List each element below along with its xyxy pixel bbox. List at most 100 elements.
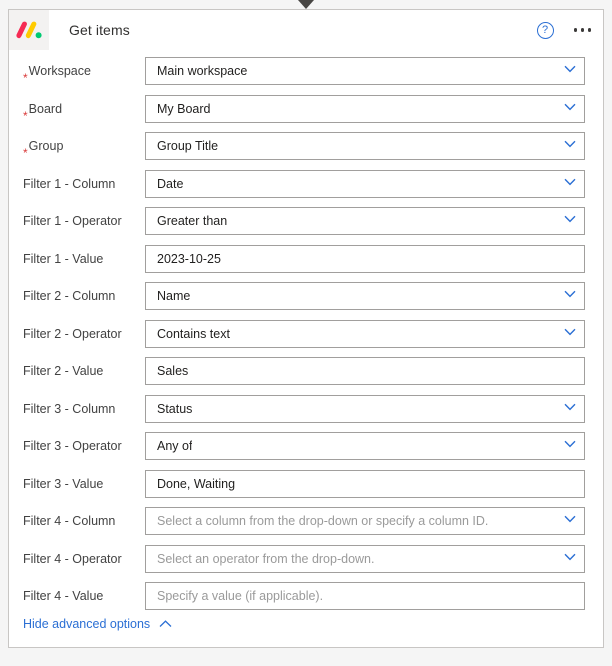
field-label-text: Filter 4 - Value bbox=[23, 589, 104, 603]
field-placeholder: Select an operator from the drop-down. bbox=[157, 551, 375, 566]
required-asterisk: * bbox=[23, 71, 28, 85]
field-label-text: Filter 1 - Operator bbox=[23, 214, 122, 228]
field-value: Any of bbox=[157, 439, 193, 453]
field-label-text: Filter 2 - Column bbox=[23, 289, 116, 303]
field-label: Filter 1 - Operator bbox=[9, 207, 145, 235]
form-row: Filter 2 - Column Name bbox=[9, 282, 603, 320]
dropdown-field[interactable]: Any of bbox=[145, 432, 585, 460]
field-value: Greater than bbox=[157, 214, 228, 228]
field-label-text: Filter 4 - Operator bbox=[23, 551, 122, 566]
text-input-field[interactable]: Specify a value (if applicable). bbox=[145, 582, 585, 610]
field-value: My Board bbox=[157, 101, 211, 116]
chevron-down-icon[interactable] bbox=[564, 290, 576, 301]
form-row: Filter 4 - Value Specify a value (if appl… bbox=[9, 582, 603, 620]
chevron-down-icon[interactable] bbox=[564, 553, 576, 564]
chevron-down-icon[interactable] bbox=[564, 103, 576, 114]
hide-advanced-options-link[interactable]: Hide advanced options bbox=[23, 617, 172, 631]
field-label: *Group bbox=[9, 132, 145, 167]
field-label: Filter 2 - Value bbox=[9, 357, 145, 385]
field-label-text: Filter 2 - Value bbox=[23, 364, 104, 378]
field-label-text: Filter 4 - Column bbox=[23, 514, 116, 528]
field-value: Status bbox=[157, 401, 193, 416]
dropdown-field[interactable]: Status bbox=[145, 394, 585, 423]
page-title: Get items bbox=[69, 22, 130, 38]
field-label-text: Workspace bbox=[28, 64, 91, 78]
chevron-down-icon[interactable] bbox=[564, 178, 576, 189]
form-row: Filter 1 - Operator Greater than bbox=[9, 207, 603, 245]
dropdown-field[interactable]: Select an operator from the drop-down. bbox=[145, 544, 585, 573]
dropdown-field[interactable]: Contains text bbox=[145, 319, 585, 348]
chevron-down-icon[interactable] bbox=[564, 215, 576, 226]
form-row: Filter 2 - Value Sales bbox=[9, 357, 603, 395]
form-row: Filter 4 - Column Select a column from th… bbox=[9, 507, 603, 545]
chevron-down-icon[interactable] bbox=[564, 440, 576, 451]
field-label: Filter 2 - Operator bbox=[9, 320, 145, 348]
header-actions: ? bbox=[536, 10, 594, 50]
chevron-down-icon[interactable] bbox=[564, 140, 576, 151]
chevron-down-icon[interactable] bbox=[564, 403, 576, 414]
action-card-screen: Get items ? *Workspace Main workspace *Boa… bbox=[0, 0, 612, 666]
form-row: *Workspace Main workspace bbox=[9, 57, 603, 95]
text-input-field[interactable]: Done, Waiting bbox=[145, 469, 585, 498]
field-label-text: Filter 1 - Column bbox=[23, 176, 116, 191]
field-value: Group Title bbox=[157, 139, 219, 153]
form-row: Filter 4 - Operator Select an operator fr… bbox=[9, 544, 603, 583]
field-value: Contains text bbox=[157, 326, 230, 341]
chevron-down-icon[interactable] bbox=[564, 328, 576, 339]
form-row: *Group Group Title bbox=[9, 132, 603, 170]
field-label-text: Filter 3 - Column bbox=[23, 401, 116, 416]
field-value: Date bbox=[157, 176, 184, 191]
form-row: Filter 1 - Value 2023-10-25 bbox=[9, 244, 603, 283]
field-label: Filter 4 - Operator bbox=[9, 545, 145, 573]
field-label: *Workspace bbox=[9, 57, 145, 92]
chevron-down-icon[interactable] bbox=[564, 65, 576, 76]
field-label-text: Board bbox=[28, 101, 63, 116]
required-asterisk: * bbox=[23, 146, 28, 160]
field-label-text: Group bbox=[28, 139, 64, 153]
field-label-text: Filter 2 - Operator bbox=[23, 326, 122, 341]
form-row: Filter 3 - Value Done, Waiting bbox=[9, 469, 603, 508]
field-label: Filter 3 - Operator bbox=[9, 432, 145, 460]
form-row: Filter 3 - Column Status bbox=[9, 394, 603, 433]
field-placeholder: Select a column from the drop-down or sp… bbox=[157, 514, 489, 528]
text-input-field[interactable]: Sales bbox=[145, 357, 585, 385]
dropdown-field[interactable]: Group Title bbox=[145, 132, 585, 160]
field-value: Name bbox=[157, 289, 191, 303]
dropdown-field[interactable]: My Board bbox=[145, 94, 585, 123]
text-input-field[interactable]: 2023-10-25 bbox=[145, 244, 585, 273]
dropdown-field[interactable]: Name bbox=[145, 282, 585, 310]
field-value: 2023-10-25 bbox=[157, 251, 221, 266]
form-row: *Board My Board bbox=[9, 94, 603, 133]
dropdown-field[interactable]: Greater than bbox=[145, 207, 585, 235]
field-value: Sales bbox=[157, 364, 189, 378]
help-question-icon[interactable]: ? bbox=[536, 21, 554, 39]
required-asterisk: * bbox=[23, 108, 28, 123]
form-row: Filter 2 - Operator Contains text bbox=[9, 319, 603, 358]
form-body: *Workspace Main workspace *Board My Board *G… bbox=[9, 50, 603, 620]
form-row: Filter 1 - Column Date bbox=[9, 169, 603, 208]
field-label: Filter 4 - Value bbox=[9, 582, 145, 610]
field-label-text: Filter 3 - Value bbox=[23, 476, 104, 491]
monday-logo-icon bbox=[9, 10, 49, 50]
field-value: Done, Waiting bbox=[157, 476, 236, 491]
field-value: Main workspace bbox=[157, 64, 248, 78]
card-header: Get items ? bbox=[9, 10, 603, 50]
dropdown-field[interactable]: Date bbox=[145, 169, 585, 198]
chevron-down-icon[interactable] bbox=[564, 515, 576, 526]
field-placeholder: Specify a value (if applicable). bbox=[157, 589, 324, 603]
dropdown-field[interactable]: Main workspace bbox=[145, 57, 585, 85]
chevron-up-icon bbox=[159, 620, 172, 628]
field-label: Filter 2 - Column bbox=[9, 282, 145, 310]
field-label: Filter 3 - Value bbox=[9, 470, 145, 498]
field-label: *Board bbox=[9, 95, 145, 130]
get-items-action-card: Get items ? *Workspace Main workspace *Boa… bbox=[8, 9, 604, 648]
form-row: Filter 3 - Operator Any of bbox=[9, 432, 603, 470]
dropdown-field[interactable]: Select a column from the drop-down or sp… bbox=[145, 507, 585, 535]
field-label: Filter 1 - Column bbox=[9, 170, 145, 198]
hide-advanced-options-label: Hide advanced options bbox=[23, 617, 151, 631]
flow-arrow-down-icon bbox=[298, 0, 314, 9]
field-label: Filter 4 - Column bbox=[9, 507, 145, 535]
field-label-text: Filter 3 - Operator bbox=[23, 439, 122, 453]
more-options-icon[interactable] bbox=[572, 24, 594, 36]
field-label: Filter 3 - Column bbox=[9, 395, 145, 423]
